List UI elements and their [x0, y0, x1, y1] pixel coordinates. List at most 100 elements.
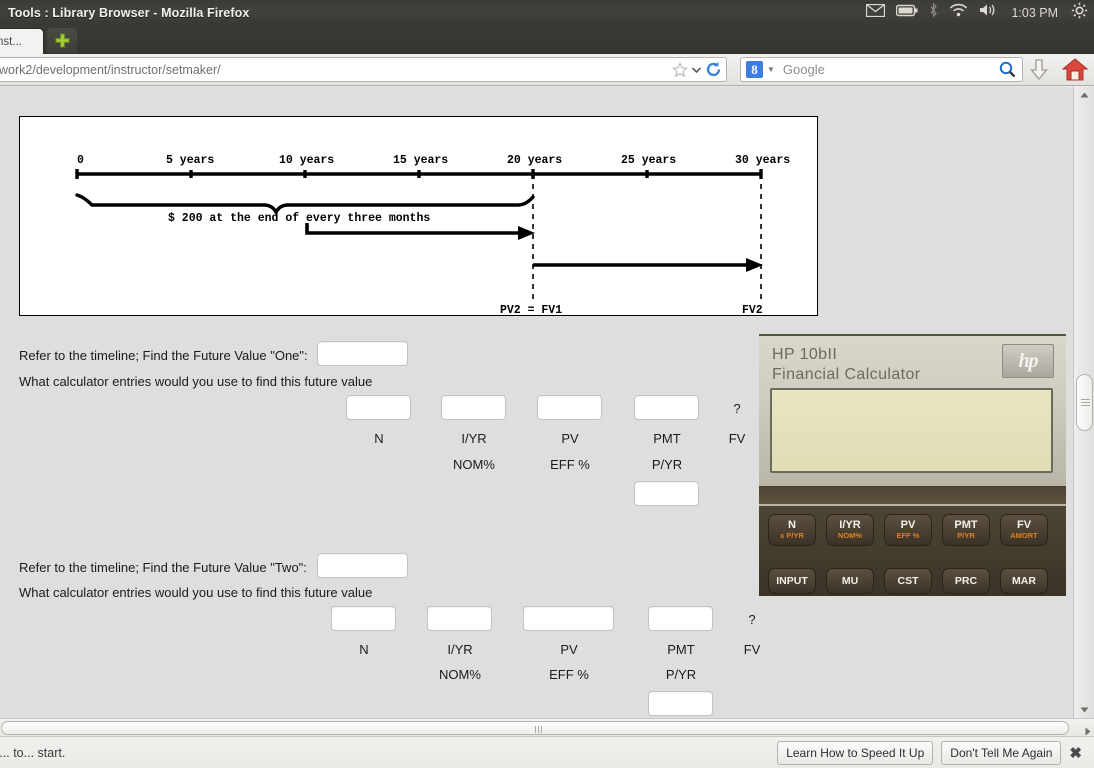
timeline-tick-label: 15 years	[393, 154, 448, 167]
calc-key-input[interactable]: INPUT	[768, 568, 816, 594]
calc-key-primary: PRC	[954, 575, 978, 587]
chevron-down-icon[interactable]: ▼	[767, 65, 775, 74]
search-icon[interactable]	[999, 61, 1022, 78]
calc-key-prc[interactable]: PRC	[942, 568, 990, 594]
q2-field-pyr[interactable]	[648, 691, 713, 716]
question-1-answer-input[interactable]	[317, 341, 408, 366]
horizontal-scrollbar-thumb[interactable]	[1, 721, 1069, 735]
calc-key-secondary: EFF %	[896, 531, 920, 540]
mail-icon[interactable]	[866, 3, 886, 22]
system-clock[interactable]: 1:03 PM	[1011, 6, 1058, 20]
q2-field-pmt[interactable]	[648, 606, 713, 631]
page-content: 0 5 years 10 years 15 years 20 years 25 …	[0, 87, 1073, 718]
download-arrow-icon[interactable]	[1028, 59, 1050, 86]
button-label: Learn How to Speed It Up	[786, 745, 925, 760]
calc-key-iyr[interactable]: I/YR NOM%	[826, 514, 874, 546]
calc-key-n[interactable]: N x P/YR	[768, 514, 816, 546]
question-2-prompt: Refer to the timeline; Find the Future V…	[19, 560, 307, 575]
calc-key-primary: N	[788, 519, 796, 531]
calc-key-primary: I/YR	[839, 519, 861, 531]
scroll-down-arrow[interactable]	[1074, 702, 1094, 718]
system-tray: 1:03 PM	[866, 0, 1088, 25]
scroll-up-arrow[interactable]	[1074, 87, 1094, 103]
gear-icon[interactable]	[1071, 2, 1088, 24]
q2-field-pv[interactable]	[523, 606, 614, 631]
close-icon[interactable]: ✖	[1069, 744, 1086, 762]
q2-field-n[interactable]	[331, 606, 396, 631]
scrollbar-grip	[535, 726, 536, 733]
horizontal-scrollbar[interactable]	[0, 718, 1094, 736]
home-icon[interactable]	[1061, 58, 1089, 86]
volume-icon[interactable]	[979, 3, 998, 22]
timeline-tick-label: 5 years	[166, 154, 214, 167]
question-1-subprompt: What calculator entries would you use to…	[19, 374, 373, 389]
timeline-svg: 0 5 years 10 years 15 years 20 years 25 …	[75, 154, 790, 317]
q1-field-pyr[interactable]	[634, 481, 699, 506]
q1-field-iyr[interactable]	[441, 395, 506, 420]
url-text: work2/development/instructor/setmaker/	[0, 62, 221, 77]
search-input[interactable]: Google	[783, 62, 825, 77]
calc-key-fv[interactable]: FV AMORT	[1000, 514, 1048, 546]
google-badge[interactable]: 8	[746, 61, 763, 78]
calc-key-mu[interactable]: MU	[826, 568, 874, 594]
calculator-lcd-screen	[770, 388, 1053, 473]
calc-key-primary: PMT	[954, 519, 978, 531]
q2-caption-n: N	[359, 642, 369, 657]
hp-calculator-image: HP 10bII Financial Calculator hp N x P/Y…	[759, 334, 1066, 596]
calc-key-secondary: P/YR	[957, 531, 975, 540]
bluetooth-icon[interactable]	[929, 2, 938, 22]
q1-field-n[interactable]	[346, 395, 411, 420]
dont-tell-me-again-button[interactable]: Don't Tell Me Again	[941, 740, 1062, 765]
star-icon[interactable]	[672, 61, 688, 78]
browser-tab-active[interactable]: nst...	[0, 28, 44, 54]
timeline-tick-label: 0	[77, 154, 84, 167]
calc-key-pv[interactable]: PV EFF %	[884, 514, 932, 546]
q1-caption-fv: FV	[728, 431, 746, 446]
q1-caption-nom: NOM%	[453, 457, 495, 472]
calc-key-mar[interactable]: MAR	[1000, 568, 1048, 594]
calc-key-primary: FV	[1016, 519, 1032, 531]
learn-how-to-speed-it-up-button[interactable]: Learn How to Speed It Up	[777, 740, 934, 765]
plus-icon	[55, 33, 69, 48]
calc-key-primary: CST	[897, 575, 919, 587]
q2-fv-marker: ?	[748, 612, 756, 627]
calc-key-primary: MAR	[1012, 575, 1036, 587]
url-bar[interactable]: work2/development/instructor/setmaker/	[0, 57, 727, 82]
q2-caption-eff: EFF %	[549, 667, 589, 682]
q1-field-pmt[interactable]	[634, 395, 699, 420]
q2-caption-pmt: PMT	[667, 642, 695, 657]
q1-fv-marker: ?	[733, 401, 741, 416]
vertical-scrollbar[interactable]	[1073, 87, 1094, 718]
chevron-down-icon[interactable]	[692, 66, 701, 73]
question-2-answer-input[interactable]	[317, 553, 408, 578]
q2-field-iyr[interactable]	[427, 606, 492, 631]
calculator-model-subtitle: Financial Calculator	[772, 366, 921, 383]
timeline-tick-label: 30 years	[735, 154, 790, 167]
q1-caption-pmt: PMT	[653, 431, 681, 446]
tab-strip: nst...	[0, 25, 1094, 54]
q2-caption-fv: FV	[743, 642, 761, 657]
timeline-tick-label: 25 years	[621, 154, 676, 167]
timeline-marker-left: PV2 = FV1	[500, 304, 562, 315]
q2-caption-nom: NOM%	[439, 667, 481, 682]
q1-field-pv[interactable]	[537, 395, 602, 420]
battery-icon[interactable]	[896, 4, 918, 22]
calculator-faceplate: HP 10bII Financial Calculator hp	[759, 336, 1066, 486]
new-tab-button[interactable]	[47, 28, 77, 53]
window-title: Tools : Library Browser - Mozilla Firefo…	[8, 5, 250, 20]
vertical-scrollbar-thumb[interactable]	[1076, 374, 1093, 431]
calc-key-primary: PV	[900, 519, 916, 531]
calc-key-pmt[interactable]: PMT P/YR	[942, 514, 990, 546]
calc-key-primary: MU	[841, 575, 859, 587]
q1-caption-eff: EFF %	[550, 457, 590, 472]
calc-key-secondary: AMORT	[1010, 531, 1038, 540]
calculator-keypad: N x P/YR I/YR NOM% PV EFF % PMT P/YR FV …	[759, 504, 1066, 596]
search-bar[interactable]: 8 ▼ Google	[740, 57, 1023, 82]
q2-caption-pv: PV	[560, 642, 578, 657]
calculator-body-gap	[759, 486, 1066, 504]
notification-message: v... to... start.	[0, 745, 66, 760]
annuity-label: $ 200 at the end of every three months	[168, 212, 430, 225]
reload-icon[interactable]	[705, 61, 722, 78]
calc-key-cst[interactable]: CST	[884, 568, 932, 594]
wifi-icon[interactable]	[949, 3, 968, 22]
